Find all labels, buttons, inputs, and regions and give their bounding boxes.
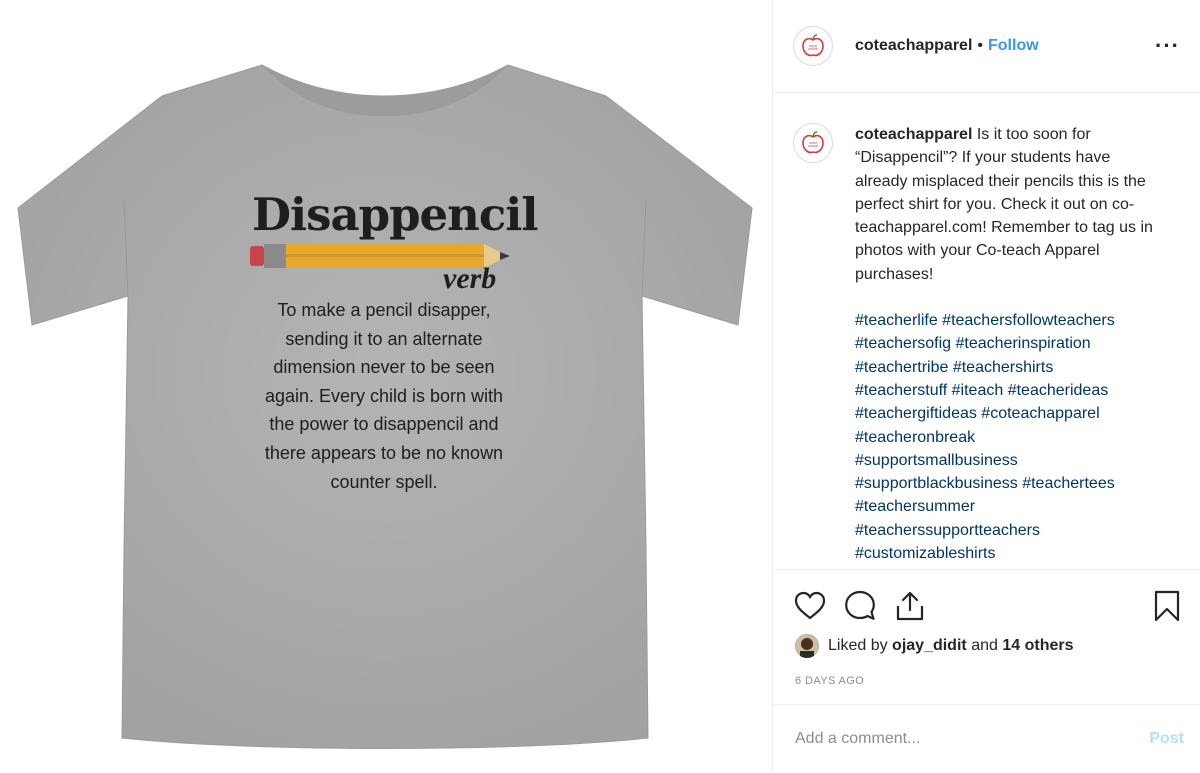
share-icon — [896, 591, 924, 621]
shirt-definition: To make a pencil disapper, sending it to… — [264, 300, 504, 492]
hashtag-line[interactable]: #teacherlife #teachersfollowteachers — [855, 309, 1165, 332]
follow-button[interactable]: Follow — [988, 37, 1039, 55]
hashtag-line[interactable]: #teachersofig #teacherinspiration — [855, 332, 1165, 355]
comment-form: Post — [793, 705, 1184, 773]
action-bar — [793, 586, 1184, 626]
header-username[interactable]: coteachapparel — [855, 37, 972, 55]
caption-username[interactable]: coteachapparel — [855, 126, 972, 143]
caption-text-block: coteachapparel Is it too soon for “Disap… — [855, 123, 1165, 568]
comment-input[interactable] — [793, 729, 1127, 749]
save-button[interactable] — [1150, 589, 1184, 623]
share-button[interactable] — [893, 589, 927, 623]
liker-avatar[interactable] — [795, 634, 819, 658]
hashtag-list: #teacherlife #teachersfollowteachers #te… — [855, 309, 1165, 565]
hashtag-line[interactable]: #teachertribe #teachershirts — [855, 356, 1165, 379]
bookmark-icon — [1154, 590, 1180, 622]
comment-button[interactable] — [843, 589, 877, 623]
post-comment-button[interactable]: Post — [1149, 730, 1184, 748]
more-options-icon[interactable]: ··· — [1155, 35, 1180, 57]
post-view: Disappencil verb To make a pencil disapp… — [0, 0, 1200, 773]
post-image[interactable]: Disappencil verb To make a pencil disapp… — [0, 0, 772, 773]
caption-avatar[interactable] — [793, 123, 833, 163]
hashtag-line[interactable]: #teachersummer — [855, 495, 1165, 518]
hashtag-line[interactable]: #customizableshirts — [855, 542, 1165, 565]
post-header: coteachapparel • Follow ··· — [773, 0, 1200, 93]
heart-icon — [794, 591, 826, 620]
like-button[interactable] — [793, 589, 827, 623]
hashtag-line[interactable]: #supportsmallbusiness — [855, 449, 1165, 472]
hashtag-line[interactable]: #teacheronbreak — [855, 426, 1165, 449]
apple-logo-icon — [802, 34, 824, 57]
apple-logo-icon — [802, 131, 824, 154]
actions-divider — [773, 569, 1200, 570]
caption-block: coteachapparel Is it too soon for “Disap… — [793, 93, 1186, 568]
post-timestamp[interactable]: 6 DAYS AGO — [795, 675, 864, 687]
comment-icon — [845, 590, 875, 620]
hashtag-line[interactable]: #teacherssupportteachers — [855, 519, 1165, 542]
likes-and: and — [971, 637, 998, 654]
likes-prefix: Liked by — [828, 637, 888, 654]
liker-username[interactable]: ojay_didit — [892, 637, 967, 655]
hashtag-line[interactable]: #teachergiftideas #coteachapparel — [855, 402, 1165, 425]
person-avatar-icon — [795, 634, 819, 658]
hashtag-line[interactable]: #teacherstuff #iteach #teacherideas — [855, 379, 1165, 402]
header-separator: • — [977, 37, 983, 54]
likes-others-link[interactable]: 14 others — [1002, 637, 1073, 655]
shirt-title: Disappencil — [252, 188, 538, 241]
profile-avatar[interactable] — [793, 26, 833, 66]
hashtag-line[interactable]: #supportblackbusiness #teachertees — [855, 472, 1165, 495]
caption-text: Is it too soon for “Disappencil”? If you… — [855, 126, 1153, 283]
likes-row: Liked by ojay_didit and 14 others — [795, 634, 1073, 658]
post-sidebar: coteachapparel • Follow ··· coteachappar… — [773, 0, 1200, 773]
shirt-part-of-speech: verb — [443, 262, 497, 295]
